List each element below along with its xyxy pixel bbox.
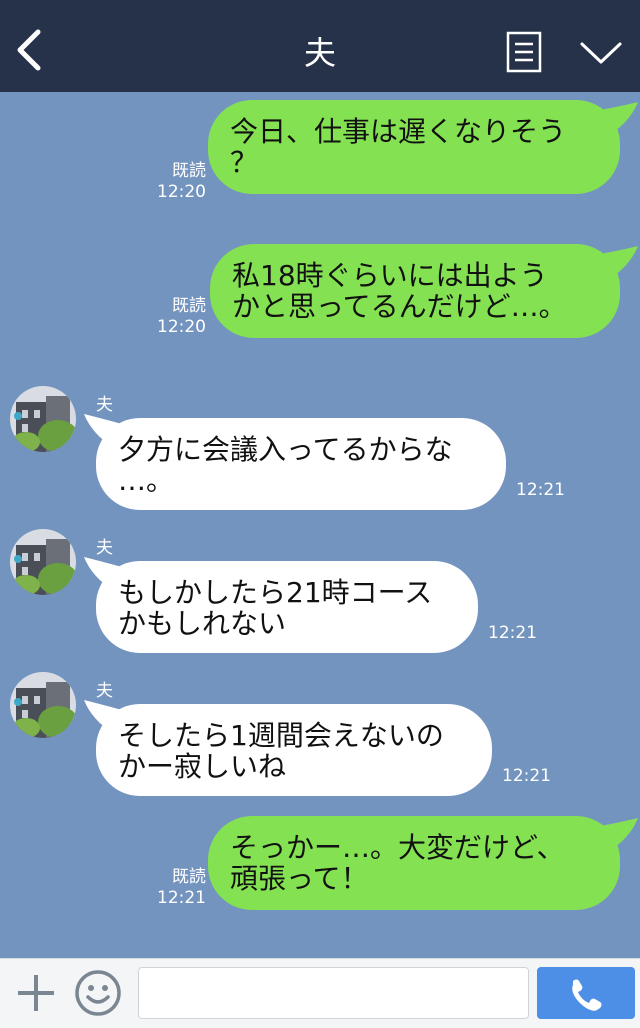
chat-area[interactable]: 既読 12:20 今日、仕事は遅くなりそう ？ 既読 12:20 私18時ぐらい…	[0, 92, 640, 958]
message-text-line: ？	[230, 146, 259, 179]
message-bubble[interactable]: 夕方に会議入ってるからな …。	[96, 418, 506, 510]
message-time: 12:21	[516, 480, 565, 500]
message-text-line: 頑張って！	[230, 862, 369, 895]
message-text-line: もしかしたら21時コース	[118, 576, 433, 609]
message-input[interactable]	[138, 967, 529, 1019]
phone-icon	[572, 979, 602, 1011]
smiley-icon	[75, 970, 121, 1016]
emoji-button[interactable]	[74, 969, 122, 1017]
message-bubble[interactable]: もしかしたら21時コース かもしれない	[96, 561, 478, 653]
message-time: 12:21	[157, 888, 206, 908]
read-receipt: 既読	[172, 161, 206, 181]
input-bar	[0, 958, 640, 1028]
avatar-image	[10, 386, 76, 452]
avatar-image	[10, 672, 76, 738]
message-row: 既読 12:20 今日、仕事は遅くなりそう ？	[0, 100, 640, 203]
message-bubble[interactable]: そしたら1週間会えないの かー寂しいね	[96, 704, 492, 796]
message-text-line: 夕方に会議入ってるからな	[118, 433, 453, 466]
message-text-line: そっかー…。大変だけど、	[230, 831, 565, 864]
message-time: 12:21	[488, 623, 537, 643]
message-row: 夫 そしたら1週間会えないの かー寂しいね 12:21	[0, 672, 640, 802]
message-row: 夫 もしかしたら21時コース かもしれない 12:21	[0, 529, 640, 659]
chat-header: 夫	[0, 0, 640, 92]
sender-name: 夫	[96, 681, 113, 701]
avatar[interactable]	[10, 672, 76, 738]
avatar[interactable]	[10, 386, 76, 452]
message-text-line: 今日、仕事は遅くなりそう	[230, 115, 567, 148]
plus-icon	[18, 975, 54, 1011]
message-text-line: 私18時ぐらいには出よう	[232, 259, 548, 292]
message-row: 夫 夕方に会議入ってるからな …。 12:21	[0, 386, 640, 516]
message-text-line: かもしれない	[118, 607, 287, 640]
message-bubble[interactable]: 今日、仕事は遅くなりそう ？	[208, 100, 620, 194]
message-text-line: そしたら1週間会えないの	[118, 719, 444, 752]
plus-button[interactable]	[14, 971, 58, 1015]
read-receipt: 既読	[172, 296, 206, 316]
message-bubble[interactable]: そっかー…。大変だけど、 頑張って！	[208, 816, 620, 910]
message-text-line: …。	[118, 464, 175, 497]
message-meta: 既読 12:20	[150, 161, 206, 203]
message-row: 既読 12:20 私18時ぐらいには出よう かと思ってるんだけど…。	[0, 244, 640, 344]
message-time: 12:20	[157, 182, 206, 202]
message-text-line: かー寂しいね	[118, 750, 287, 783]
message-time: 12:21	[502, 766, 551, 786]
chat-title: 夫	[303, 34, 336, 72]
sender-name: 夫	[96, 395, 113, 415]
list-icon	[506, 31, 542, 73]
avatar[interactable]	[10, 529, 76, 595]
message-text-line: かと思ってるんだけど…。	[232, 290, 567, 323]
message-time: 12:20	[157, 317, 206, 337]
sender-name: 夫	[96, 538, 113, 558]
message-meta: 既読 12:20	[150, 296, 206, 338]
chevron-down-icon	[580, 42, 622, 64]
message-row: 既読 12:21 そっかー…。大変だけど、 頑張って！	[0, 816, 640, 916]
read-receipt: 既読	[172, 867, 206, 887]
avatar-image	[10, 529, 76, 595]
menu-button[interactable]	[506, 31, 542, 73]
collapse-button[interactable]	[578, 36, 624, 70]
call-button[interactable]	[537, 967, 635, 1019]
message-bubble[interactable]: 私18時ぐらいには出よう かと思ってるんだけど…。	[210, 244, 620, 338]
message-meta: 既読 12:21	[150, 867, 206, 909]
